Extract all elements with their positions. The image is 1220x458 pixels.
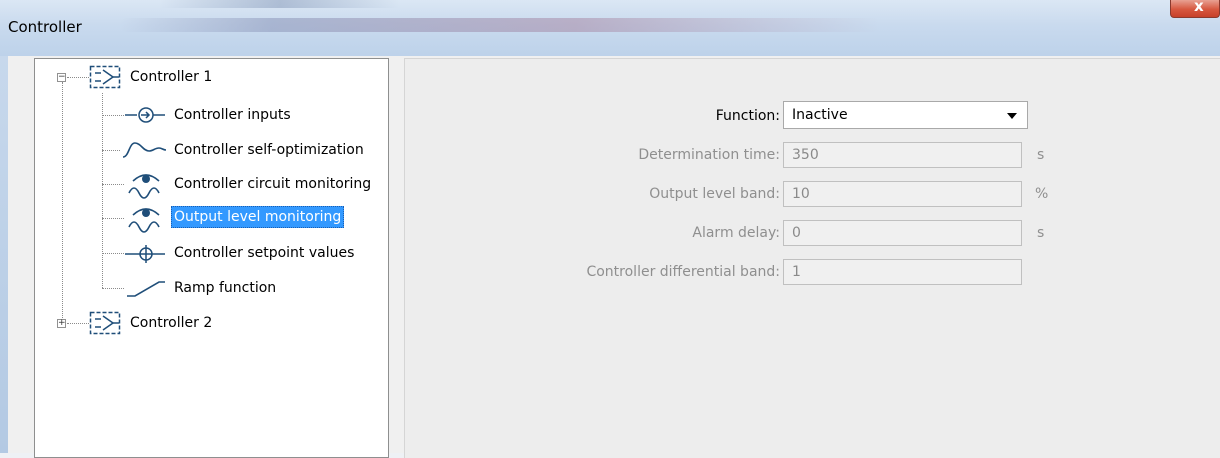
tree-connector [102,218,124,219]
tree-connector [102,288,124,289]
settings-panel: Function: Inactive Determination time: 3… [404,58,1220,458]
tree-item-output-level-monitoring[interactable]: Output level monitoring [171,206,345,228]
eye-wave-icon [128,208,160,233]
output-level-band-unit: % [1035,186,1049,202]
tree-connector [102,115,124,116]
differential-band-label: Controller differential band: [586,264,780,280]
window-title: Controller [8,18,82,36]
tree-item-ramp-function[interactable]: Ramp function [174,278,276,298]
input-arrow-circle-icon [125,107,165,123]
tree-item-self-optimization[interactable]: Controller self-optimization [174,140,364,160]
title-bar-glow [120,18,880,32]
alarm-delay-unit: s [1037,225,1045,241]
title-bar-reflection [160,0,400,8]
alarm-delay-field[interactable]: 0 [783,220,1022,246]
collapse-toggle[interactable]: − [57,73,66,82]
function-value: Inactive [792,107,848,123]
alarm-delay-label: Alarm delay: [692,225,780,241]
eye-wave-icon [128,174,160,199]
ramp-icon [127,281,165,297]
close-icon: x [1194,0,1204,15]
tree-item-controller-2[interactable]: Controller 2 [130,313,212,333]
crosshair-icon [125,245,165,263]
window-frame [0,56,8,453]
determination-time-unit: s [1037,147,1045,163]
tree-item-controller-1[interactable]: Controller 1 [130,67,212,87]
output-level-band-field[interactable]: 10 [783,181,1022,207]
tree-connector [67,323,89,324]
output-level-band-label: Output level band: [649,186,780,202]
navigation-tree[interactable]: − Controller 1 Controller inputs Control… [34,58,389,458]
controller-block-icon [89,65,121,89]
window-title-bar[interactable]: Controller x [0,0,1220,56]
tree-item-circuit-monitoring[interactable]: Controller circuit monitoring [174,174,371,194]
tree-connector [102,150,120,151]
tree-connector [102,253,124,254]
differential-band-field[interactable]: 1 [783,259,1022,285]
function-label: Function: [715,108,780,124]
tree-item-setpoint-values[interactable]: Controller setpoint values [174,243,354,263]
tree-item-controller-inputs[interactable]: Controller inputs [174,105,291,125]
tree-connector [102,184,124,185]
tree-connector [67,77,89,78]
chevron-down-icon [1007,113,1017,119]
function-dropdown[interactable]: Inactive [783,101,1028,129]
expand-toggle[interactable]: + [57,319,66,328]
determination-time-field[interactable]: 350 [783,142,1022,168]
tree-connector [62,82,63,322]
tree-connector [102,93,103,288]
controller-block-icon [89,311,121,335]
step-wave-icon [122,142,167,158]
close-button[interactable]: x [1170,0,1220,18]
determination-time-label: Determination time: [638,147,780,163]
